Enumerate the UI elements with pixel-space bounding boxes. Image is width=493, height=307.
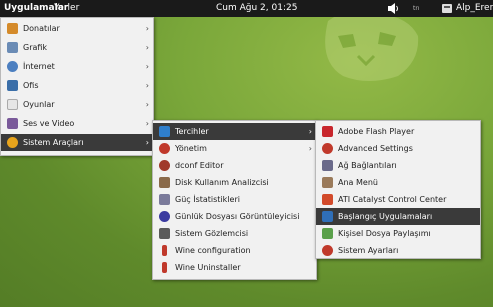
menu-item-startup-applications[interactable]: Başlangıç Uygulamaları [316, 208, 480, 225]
network-connections-icon [322, 160, 333, 171]
menu-item-office[interactable]: Ofis › [1, 77, 153, 94]
chevron-right-icon: › [145, 138, 149, 147]
menu-item-accessories[interactable]: Donatılar › [1, 20, 153, 37]
places-menu[interactable]: Yerler [54, 0, 79, 17]
administration-icon [159, 143, 170, 154]
menu-item-system-settings[interactable]: Sistem Ayarları [316, 242, 480, 259]
system-tools-icon [7, 137, 18, 148]
menu-item-sound-video[interactable]: Ses ve Video › [1, 115, 153, 132]
disk-usage-icon [159, 177, 170, 188]
preferences-submenu: Adobe Flash Player Advanced Settings Ağ … [315, 120, 481, 259]
office-icon [7, 80, 18, 91]
chevron-right-icon: › [145, 81, 149, 90]
menu-item-internet[interactable]: İnternet › [1, 58, 153, 75]
menu-item-log-viewer[interactable]: Günlük Dosyası Görüntüleyicisi [153, 208, 316, 225]
system-monitor-icon [159, 228, 170, 239]
menu-item-games[interactable]: Oyunlar › [1, 96, 153, 113]
advanced-settings-icon [322, 143, 333, 154]
menu-item-dconf-editor[interactable]: dconf Editor [153, 157, 316, 174]
user-icon[interactable] [441, 0, 453, 17]
menu-item-system-monitor[interactable]: Sistem Gözlemcisi [153, 225, 316, 242]
menu-item-administration[interactable]: Yönetim › [153, 140, 316, 157]
menu-item-main-menu[interactable]: Ana Menü [316, 174, 480, 191]
flash-icon [322, 126, 333, 137]
volume-icon[interactable] [386, 0, 400, 17]
network-indicator[interactable]: trı [413, 0, 420, 17]
chevron-right-icon: › [308, 144, 312, 153]
log-viewer-icon [159, 211, 170, 222]
menu-item-system-tools[interactable]: Sistem Araçları › [1, 134, 153, 151]
wine-uninstaller-icon [162, 262, 167, 273]
menu-item-wine-configuration[interactable]: Wine configuration [153, 242, 316, 259]
user-menu[interactable]: Alp_Eren [456, 0, 493, 17]
sound-video-icon [7, 118, 18, 129]
chevron-right-icon: › [145, 100, 149, 109]
internet-icon [7, 61, 18, 72]
menu-item-graphics[interactable]: Grafik › [1, 39, 153, 56]
menu-item-file-sharing[interactable]: Kişisel Dosya Paylaşımı [316, 225, 480, 242]
file-sharing-icon [322, 228, 333, 239]
menu-item-ati-catalyst[interactable]: ATI Catalyst Control Center [316, 191, 480, 208]
main-menu-icon [322, 177, 333, 188]
system-tools-submenu: Tercihler › Yönetim › dconf Editor Disk … [152, 120, 317, 280]
chevron-right-icon: › [145, 119, 149, 128]
clock[interactable]: Cum Ağu 2, 01:25 [216, 0, 297, 17]
dconf-icon [159, 160, 170, 171]
wine-icon [162, 245, 167, 256]
chevron-right-icon: › [145, 62, 149, 71]
startup-apps-icon [322, 211, 333, 222]
applications-dropdown: Donatılar › Grafik › İnternet › Ofis › O… [0, 17, 154, 156]
accessories-icon [7, 23, 18, 34]
menu-item-adobe-flash[interactable]: Adobe Flash Player [316, 123, 480, 140]
menu-item-advanced-settings[interactable]: Advanced Settings [316, 140, 480, 157]
system-settings-icon [322, 245, 333, 256]
mageia-panther-logo [325, 11, 419, 81]
games-icon [7, 99, 18, 110]
ati-icon [322, 194, 333, 205]
menu-item-wine-uninstaller[interactable]: Wine Uninstaller [153, 259, 316, 276]
top-panel: Uygulamalar Yerler Cum Ağu 2, 01:25 trı … [0, 0, 493, 17]
menu-item-power-statistics[interactable]: Güç İstatistikleri [153, 191, 316, 208]
preferences-icon [159, 126, 170, 137]
menu-item-network-connections[interactable]: Ağ Bağlantıları [316, 157, 480, 174]
chevron-right-icon: › [145, 43, 149, 52]
chevron-right-icon: › [145, 24, 149, 33]
menu-item-disk-usage[interactable]: Disk Kullanım Analizcisi [153, 174, 316, 191]
graphics-icon [7, 42, 18, 53]
chevron-right-icon: › [308, 127, 312, 136]
power-statistics-icon [159, 194, 170, 205]
menu-item-preferences[interactable]: Tercihler › [153, 123, 316, 140]
